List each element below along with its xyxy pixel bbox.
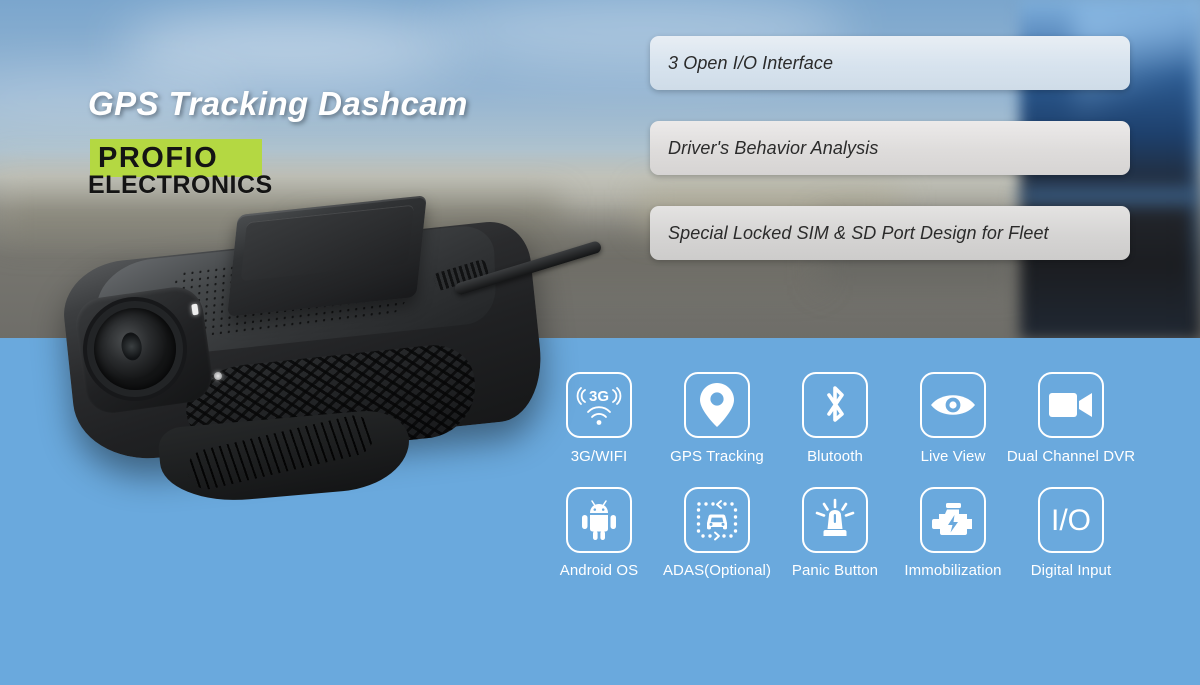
feature-bar: Special Locked SIM & SD Port Design for … <box>650 206 1130 260</box>
adas-car-lane-icon <box>684 487 750 553</box>
map-pin-icon <box>684 372 750 438</box>
video-camera-icon <box>1038 372 1104 438</box>
feature-label: Live View <box>920 448 986 465</box>
feature-label: GPS Tracking <box>670 448 764 465</box>
svg-text:3G: 3G <box>589 388 609 405</box>
dashcam-screw-dot <box>214 372 222 380</box>
product-banner: GPS Tracking Dashcam PROFIO ELECTRONICS … <box>0 0 1200 685</box>
feature-bar-label: Special Locked SIM & SD Port Design for … <box>668 222 1049 243</box>
logo-subtitle: ELECTRONICS <box>88 171 273 199</box>
svg-text:I/O: I/O <box>1051 504 1091 537</box>
feature-panic-button: Panic Button <box>776 487 894 579</box>
engine-bolt-icon <box>920 487 986 553</box>
feature-bar: 3 Open I/O Interface <box>650 36 1130 90</box>
feature-immobilization: Immobilization <box>894 487 1012 579</box>
page-title: GPS Tracking Dashcam <box>88 85 468 122</box>
dashcam-mount-bracket <box>227 195 427 317</box>
feature-icon-row: Android OS ADAS(Optional) Panic Button I… <box>540 487 1180 579</box>
cloud-shape <box>120 12 460 82</box>
feature-label: Immobilization <box>904 562 1002 579</box>
bluetooth-icon <box>802 372 868 438</box>
feature-label: Dual Channel DVR <box>1006 448 1136 465</box>
feature-live-view: Live View <box>894 372 1012 465</box>
truck-edge <box>1192 0 1200 340</box>
feature-label: Android OS <box>559 562 639 579</box>
feature-label: 3G/WIFI <box>570 448 628 465</box>
feature-adas: ADAS(Optional) <box>658 487 776 579</box>
feature-digital-input: I/O Digital Input <box>1012 487 1130 579</box>
feature-icon-grid: 3G 3G/WIFI GPS Tracking Blutooth Live Vi… <box>540 372 1180 579</box>
dashcam-product-image <box>36 195 616 516</box>
io-text-icon: I/O <box>1038 487 1104 553</box>
eye-icon <box>920 372 986 438</box>
android-icon <box>566 487 632 553</box>
feature-3g-wifi: 3G 3G/WIFI <box>540 372 658 465</box>
feature-bar: Driver's Behavior Analysis <box>650 121 1130 175</box>
siren-beacon-icon <box>802 487 868 553</box>
feature-label: Digital Input <box>1030 562 1112 579</box>
feature-icon-row: 3G 3G/WIFI GPS Tracking Blutooth Live Vi… <box>540 372 1180 465</box>
feature-bar-label: 3 Open I/O Interface <box>668 52 834 73</box>
feature-label: ADAS(Optional) <box>662 562 772 579</box>
feature-dual-channel-dvr: Dual Channel DVR <box>1007 372 1135 465</box>
feature-bar-label: Driver's Behavior Analysis <box>668 137 879 158</box>
feature-bluetooth: Blutooth <box>776 372 894 465</box>
feature-gps-tracking: GPS Tracking <box>658 372 776 465</box>
logo-wordmark: PROFIO <box>98 142 219 174</box>
feature-label: Blutooth <box>807 448 863 465</box>
feature-android-os: Android OS <box>540 487 658 579</box>
feature-label: Panic Button <box>791 562 879 579</box>
feature-bar-list: 3 Open I/O Interface Driver's Behavior A… <box>650 36 1130 291</box>
3g-wifi-icon: 3G <box>566 372 632 438</box>
